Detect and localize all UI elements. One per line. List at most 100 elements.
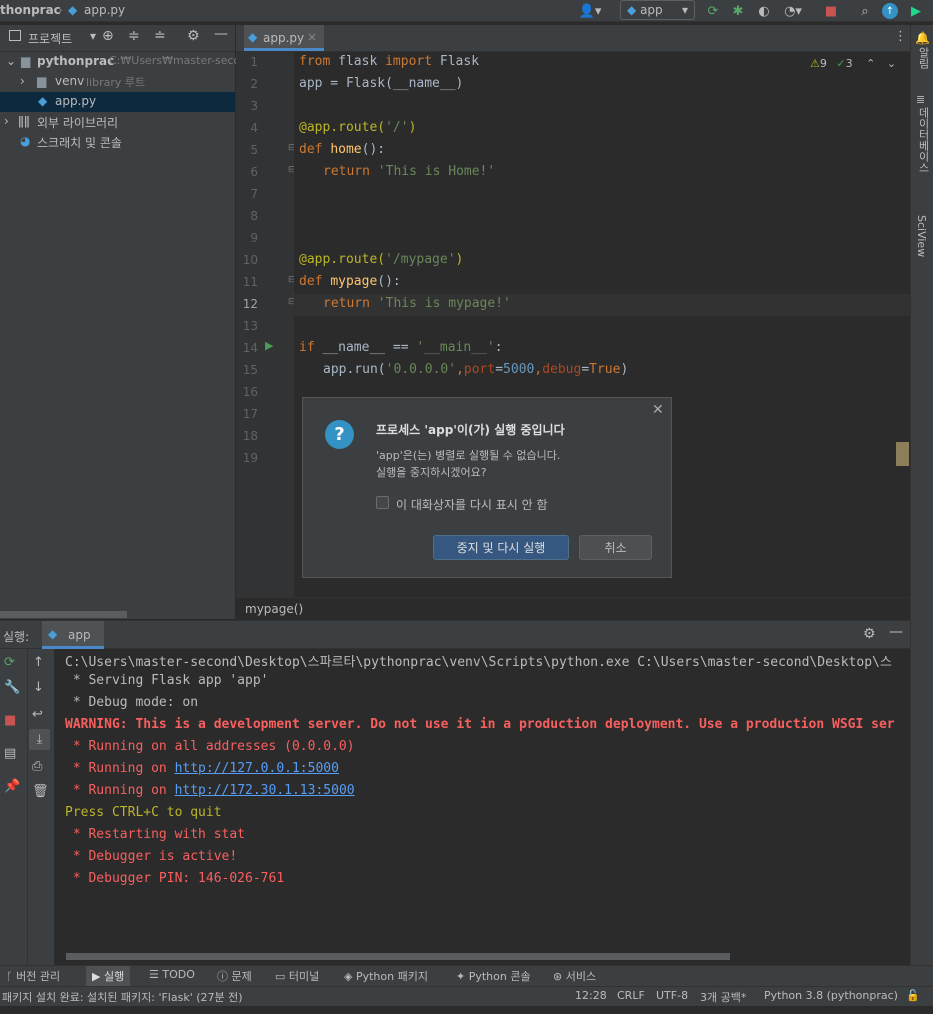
horizontal-scrollbar[interactable] [66, 953, 730, 960]
close-icon[interactable]: × [307, 30, 317, 44]
breadcrumb-project[interactable]: thonprac [0, 3, 61, 17]
console-link[interactable]: http://172.30.1.13:5000 [175, 783, 355, 798]
list-icon: ☰ [149, 968, 159, 981]
cancel-button[interactable]: 취소 [579, 535, 652, 560]
code-line: @app.route('/') [299, 120, 417, 135]
status-message[interactable]: 패키지 설치 완료: 설치된 패키지: 'Flask' (27분 전) [2, 989, 243, 1005]
minimize-icon[interactable]: — [889, 624, 903, 640]
tab-run[interactable]: ▶ 실행 [86, 966, 131, 986]
layout-icon[interactable]: ▤ [4, 746, 16, 761]
tab-todo[interactable]: ☰ TODO [149, 968, 195, 981]
debug-icon[interactable]: ✱ [728, 1, 748, 21]
line-number: 18 [242, 429, 258, 443]
scrollbar-marker[interactable] [896, 442, 909, 466]
user-icon[interactable]: 👤▾ [577, 1, 603, 21]
trash-icon[interactable]: 🗑 [32, 784, 49, 799]
expand-all-icon[interactable]: ≑ [128, 28, 140, 44]
tree-item-scratches[interactable]: ◕ 스크래치 및 콘솔 [0, 132, 235, 152]
run-icon: ▶ [92, 970, 101, 983]
tab-python-packages[interactable]: ◈ Python 패키지 [344, 968, 428, 984]
tab-version-control[interactable]: ᚴ 버전 관리 [6, 968, 60, 984]
editor-tabs: ◆ app.py × ⋮ [236, 25, 910, 52]
dont-show-label[interactable]: 이 대화상자를 다시 표시 안 함 [396, 496, 548, 513]
rerun-icon[interactable]: ⟳ [4, 655, 15, 670]
stop-icon[interactable]: ■ [821, 1, 841, 21]
horizontal-scrollbar[interactable] [0, 611, 127, 618]
gear-icon[interactable]: ⚙ [863, 626, 876, 642]
scroll-to-end-icon[interactable]: ⤓ [29, 729, 50, 750]
tree-item-external-libraries[interactable]: › ǁǁ 외부 라이브러리 [0, 112, 235, 132]
line-number: 12 [242, 297, 258, 311]
stop-and-rerun-button[interactable]: 중지 및 다시 실행 [433, 535, 569, 560]
tree-item-app-py[interactable]: ◆ app.py [0, 92, 235, 112]
close-icon[interactable]: ✕ [652, 402, 664, 418]
tree-item-venv[interactable]: › ▆ venv library 루트 [0, 72, 235, 92]
locate-icon[interactable]: ⊕ [102, 28, 114, 44]
dont-show-checkbox[interactable] [376, 496, 389, 509]
wrench-icon[interactable]: 🔧 [4, 680, 20, 695]
project-panel-title[interactable]: 프로젝트 [28, 30, 72, 47]
more-icon[interactable]: ⋮ [894, 29, 907, 44]
coverage-icon[interactable]: ◐ [754, 1, 774, 21]
indent-setting[interactable]: 3개 공백* [700, 989, 746, 1005]
caret-position[interactable]: 12:28 [575, 989, 607, 1002]
database-tab[interactable]: 데이터베이스 [915, 107, 931, 173]
tab-label: Python 패키지 [355, 970, 428, 983]
breadcrumb-separator-icon: › [58, 3, 63, 17]
line-number: 15 [242, 363, 258, 377]
python-interpreter[interactable]: Python 3.8 (pythonprac) [764, 989, 898, 1002]
breadcrumb-file[interactable]: app.py [84, 3, 125, 17]
run-toolbar: ⟳ 🔧 ■ ▤ 📌 ↑ ↓ ↩ ⤓ ⎙ 🗑 [0, 649, 54, 965]
chevron-down-icon[interactable]: ▾ [90, 29, 96, 43]
arrow-up-icon[interactable]: ↑ [33, 655, 44, 670]
run-console[interactable]: C:\Users\master-second\Desktop\스파르타\pyth… [54, 649, 910, 965]
arrow-down-icon[interactable]: ↓ [33, 680, 44, 695]
line-number: 16 [242, 385, 258, 399]
tab-services[interactable]: ⊛ 서비스 [553, 968, 596, 984]
run-tab-app[interactable]: ◆ app [42, 621, 104, 649]
toolbar-divider [27, 649, 28, 965]
tab-label: 서비스 [565, 970, 597, 983]
tab-terminal[interactable]: ▭ 터미널 [275, 968, 319, 984]
chevron-up-icon[interactable]: ⌃ [866, 57, 875, 70]
soft-wrap-icon[interactable]: ↩ [32, 707, 43, 722]
bell-icon[interactable]: 🔔 [915, 31, 930, 45]
profile-icon[interactable]: ◔▾ [780, 1, 806, 21]
console-line: * Debugger is active! [65, 849, 238, 864]
rerun-icon[interactable]: ⟳ [703, 1, 723, 21]
tab-python-console[interactable]: ✦ Python 콘솔 [456, 968, 531, 984]
line-number: 17 [242, 407, 258, 421]
notifications-tab[interactable]: 알림 [915, 47, 931, 69]
tree-item-label: 스크래치 및 콘솔 [37, 136, 122, 150]
run-config-select[interactable]: ◆ app ▾ [620, 0, 695, 20]
console-link[interactable]: http://127.0.0.1:5000 [175, 761, 339, 776]
python-file-icon: ◆ [248, 30, 258, 44]
code-line: from flask import Flask [299, 54, 480, 69]
dialog-message: 'app'은(는) 병렬로 실행될 수 없습니다. [376, 449, 561, 462]
gear-icon[interactable]: ⚙ [187, 28, 200, 44]
tab-app-py[interactable]: ◆ app.py × [244, 25, 324, 51]
chevron-down-icon[interactable]: ⌄ [887, 57, 896, 70]
collapse-all-icon[interactable]: ≐ [154, 28, 166, 44]
sciview-tab[interactable]: SciView [915, 215, 928, 257]
minimize-icon[interactable]: — [214, 26, 228, 42]
breadcrumb-function[interactable]: mypage() [245, 602, 303, 616]
inspection-widget[interactable]: ⚠9 ✓3 ⌃ ⌄ [810, 57, 896, 70]
editor-gutter: 1 2 3 4 5 6 7 8 9 10 11 12 13 14 15 16 1… [236, 52, 296, 597]
line-number: 1 [250, 55, 258, 69]
file-encoding[interactable]: UTF-8 [656, 989, 688, 1002]
stop-icon[interactable]: ■ [4, 713, 16, 728]
info-icon: ⓘ [217, 970, 228, 983]
tree-item-pythonprac[interactable]: ⌄ ▆ pythonprac C:₩Users₩master-secon [0, 52, 247, 72]
line-separator[interactable]: CRLF [617, 989, 645, 1002]
tab-problems[interactable]: ⓘ 문제 [217, 968, 252, 984]
run-gutter-icon[interactable]: ▶ [265, 339, 273, 352]
pin-icon[interactable]: 📌 [4, 779, 20, 794]
print-icon[interactable]: ⎙ [32, 759, 42, 774]
run-config-label: app [640, 3, 663, 17]
update-icon[interactable]: ↑ [882, 3, 898, 19]
lock-icon[interactable]: 🔓 [906, 989, 920, 1002]
jetbrains-logo-icon[interactable]: ▶ [906, 1, 926, 21]
python-file-icon: ◆ [38, 94, 48, 108]
search-icon[interactable]: ⌕ [855, 1, 875, 21]
